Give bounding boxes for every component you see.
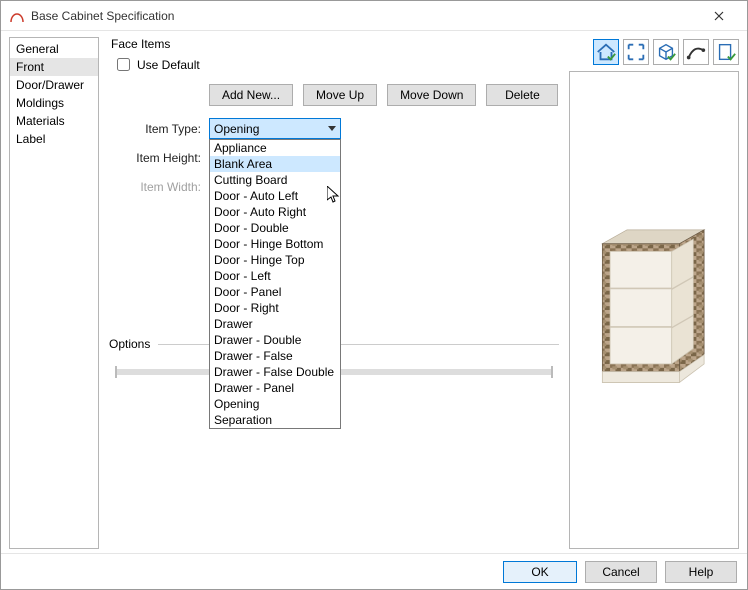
curve-tool[interactable] (683, 39, 709, 65)
item-type-option[interactable]: Door - Auto Right (210, 204, 340, 220)
center-panel: Face Items Use Default Add New... Move U… (105, 37, 563, 549)
item-type-option[interactable]: Appliance (210, 140, 340, 156)
item-type-option[interactable]: Door - Left (210, 268, 340, 284)
item-type-dropdown[interactable]: ApplianceBlank AreaCutting BoardDoor - A… (209, 139, 341, 429)
item-type-option[interactable]: Opening (210, 396, 340, 412)
close-icon (714, 11, 724, 21)
item-type-option[interactable]: Drawer - False Double (210, 364, 340, 380)
item-type-option[interactable]: Drawer - Double (210, 332, 340, 348)
use-default-checkbox[interactable] (117, 58, 130, 71)
preview-column (569, 37, 739, 549)
item-type-option[interactable]: Separation (210, 412, 340, 428)
close-button[interactable] (699, 2, 739, 30)
cube-check-tool[interactable] (653, 39, 679, 65)
item-type-value: Opening (210, 122, 324, 136)
item-type-option[interactable]: Door - Panel (210, 284, 340, 300)
curve-icon (685, 41, 707, 63)
nav-item-door-drawer[interactable]: Door/Drawer (10, 76, 98, 94)
item-type-option[interactable]: Drawer (210, 316, 340, 332)
category-list[interactable]: GeneralFrontDoor/DrawerMoldingsMaterials… (9, 37, 99, 549)
item-type-option[interactable]: Drawer - Panel (210, 380, 340, 396)
cube-check-icon (655, 41, 677, 63)
home-check-tool[interactable] (593, 39, 619, 65)
item-height-label: Item Height: (109, 151, 209, 165)
item-type-combobox[interactable]: Opening (209, 118, 341, 139)
item-type-option[interactable]: Door - Hinge Top (210, 252, 340, 268)
item-type-label: Item Type: (109, 122, 209, 136)
move-up-button[interactable]: Move Up (303, 84, 377, 106)
item-type-option[interactable]: Door - Auto Left (210, 188, 340, 204)
item-type-option[interactable]: Drawer - False (210, 348, 340, 364)
nav-item-general[interactable]: General (10, 40, 98, 58)
move-down-button[interactable]: Move Down (387, 84, 476, 106)
expand-icon (625, 41, 647, 63)
face-items-label: Face Items (109, 37, 559, 51)
item-type-option[interactable]: Door - Hinge Bottom (210, 236, 340, 252)
home-check-icon (595, 41, 617, 63)
dialog-body: GeneralFrontDoor/DrawerMoldingsMaterials… (1, 31, 747, 553)
page-check-tool[interactable] (713, 39, 739, 65)
dialog-window: Base Cabinet Specification GeneralFrontD… (0, 0, 748, 590)
use-default-label: Use Default (137, 58, 200, 72)
app-icon (9, 8, 25, 24)
cancel-button[interactable]: Cancel (585, 561, 657, 583)
item-type-option[interactable]: Door - Double (210, 220, 340, 236)
item-type-option[interactable]: Blank Area (210, 156, 340, 172)
nav-item-materials[interactable]: Materials (10, 112, 98, 130)
footer: OK Cancel Help (1, 553, 747, 589)
item-width-label: Item Width: (109, 180, 209, 194)
page-check-icon (715, 41, 737, 63)
preview-pane[interactable] (569, 71, 739, 549)
chevron-down-icon (324, 126, 340, 132)
cabinet-preview-icon (588, 224, 719, 396)
options-label: Options (109, 337, 150, 351)
titlebar: Base Cabinet Specification (1, 1, 747, 31)
nav-item-moldings[interactable]: Moldings (10, 94, 98, 112)
item-type-option[interactable]: Cutting Board (210, 172, 340, 188)
delete-button[interactable]: Delete (486, 84, 558, 106)
ok-button[interactable]: OK (503, 561, 577, 583)
expand-tool[interactable] (623, 39, 649, 65)
add-new-button[interactable]: Add New... (209, 84, 293, 106)
nav-item-label[interactable]: Label (10, 130, 98, 148)
help-button[interactable]: Help (665, 561, 737, 583)
nav-item-front[interactable]: Front (10, 58, 98, 76)
preview-toolbar (569, 37, 739, 69)
item-type-option[interactable]: Door - Right (210, 300, 340, 316)
window-title: Base Cabinet Specification (31, 9, 699, 23)
